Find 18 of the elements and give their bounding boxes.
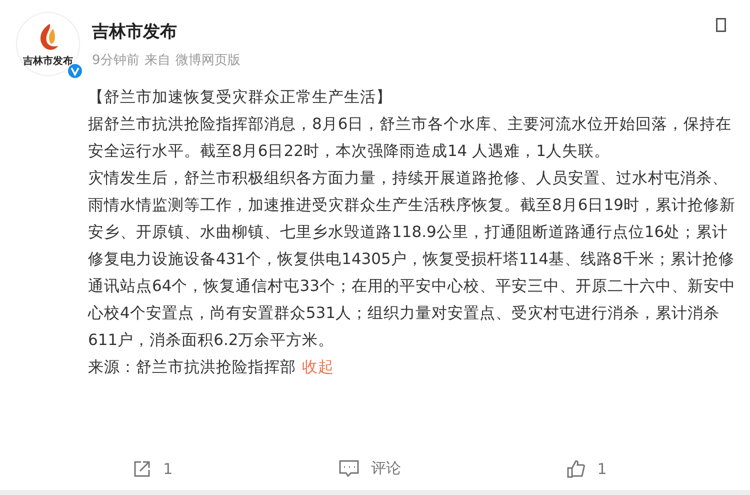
dropdown-icon[interactable] [716, 18, 726, 32]
action-button[interactable]: 评论 [336, 457, 403, 480]
source-label: 来自 [144, 52, 170, 69]
avatar[interactable]: 吉林市发布 [16, 12, 80, 76]
collapse-link[interactable]: 收起 [302, 354, 334, 381]
share-icon [133, 460, 152, 478]
post-paragraph: 据舒兰市抗洪抢险指挥部消息，8月6日，舒兰市各个水库、主要河流水位开始回落，保持在安全运行水平。截至8月6日22时，本次强降雨造成14 人遇难，1人失联。 [88, 114, 733, 162]
action-button[interactable]: 1 [131, 457, 175, 480]
comment-icon [338, 460, 359, 478]
post-paragraph: 【舒兰市加速恢复受灾群众正常生产生活】 [88, 87, 393, 108]
post-paragraph: 灾情发生后，舒兰市积极组织各方面力量，持续开展道路抢修、人员安置、过水村屯消杀、雨情水情监测等工作，加速推进受灾群众生产生活秩序恢复。截至8月6日19时，累计抢修新安乡、开原镇、水曲柳镇、七里乡水毁道路118.9公里，打通阻断道路通行点位16处；累计修复电力设施设备431个，恢复供电14305户，恢复受损杆塔114基、线路8千米；累计抢修通讯站点64个，恢复通信村屯33个；在用的平安中心校、平安三中、开原二十六中、新安中心校4个安置点，尚有安置群众531人；组织力量对安置点、受灾村屯进行消杀，累计消杀611户，消杀面积6.2万余平方米。 [88, 168, 736, 351]
thumbs-up-icon [567, 460, 586, 478]
post-time[interactable]: 9分钟前 [92, 51, 140, 69]
avatar-logo-text: 吉林市发布 [23, 56, 73, 68]
source-text: 来源：舒兰市抗洪抢险指挥部 [88, 357, 296, 378]
author-name[interactable]: 吉林市发布 [92, 20, 704, 43]
client-name[interactable]: 微博网页版 [175, 51, 240, 69]
action-button[interactable]: 1 [565, 457, 609, 480]
